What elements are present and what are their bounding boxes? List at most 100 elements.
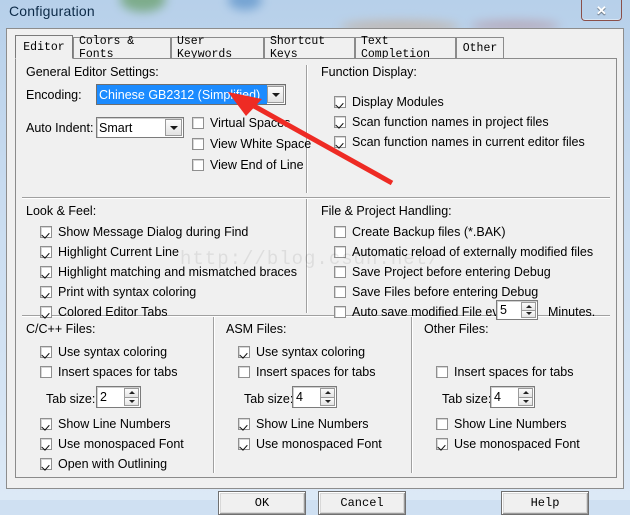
stepper-up-icon[interactable] (521, 302, 536, 311)
help-button[interactable]: Help (501, 491, 589, 515)
checkbox-save-project-before-debug[interactable]: Save Project before entering Debug (334, 265, 551, 279)
tab-strip: Editor Colors & Fonts User Keywords Shor… (15, 35, 615, 61)
asm-files-label: ASM Files: (226, 322, 287, 336)
encoding-combobox[interactable]: Chinese GB2312 (Simplified) (96, 84, 286, 105)
checkbox-label: Display Modules (352, 95, 444, 109)
checkbox-other-use-monospaced-font[interactable]: Use monospaced Font (436, 437, 580, 451)
stepper-buttons[interactable] (124, 388, 139, 406)
checkbox-label: Insert spaces for tabs (58, 365, 178, 379)
checkbox-other-insert-spaces-for-tabs[interactable]: Insert spaces for tabs (436, 365, 574, 379)
checkbox-c-open-with-outlining[interactable]: Open with Outlining (40, 457, 167, 471)
checkbox-label: Create Backup files (*.BAK) (352, 225, 506, 239)
stepper-up-icon[interactable] (518, 388, 533, 398)
minutes-suffix-label: Minutes. (548, 305, 596, 319)
auto-indent-combobox[interactable]: Smart (96, 117, 184, 138)
checkbox-label: Print with syntax coloring (58, 285, 197, 299)
separator-vertical-middle (306, 199, 308, 313)
editor-tab-page: General Editor Settings: Encoding: Chine… (15, 58, 617, 478)
separator-vertical-top (306, 65, 308, 193)
autosave-minutes-stepper[interactable]: 5 (496, 300, 538, 320)
checkbox-label: Colored Editor Tabs (58, 305, 168, 319)
encoding-value: Chinese GB2312 (Simplified) (97, 85, 267, 104)
window-title: Configuration (9, 3, 95, 19)
tab-shortcut-keys[interactable]: Shortcut Keys (264, 35, 355, 61)
stepper-buttons[interactable] (521, 302, 536, 318)
checkbox-box (238, 366, 250, 378)
checkbox-box (192, 117, 204, 129)
stepper-down-icon[interactable] (124, 397, 139, 406)
checkbox-automatic-reload[interactable]: Automatic reload of externally modified … (334, 245, 593, 259)
checkbox-asm-insert-spaces-for-tabs[interactable]: Insert spaces for tabs (238, 365, 376, 379)
asm-tab-size-label: Tab size: (244, 392, 294, 406)
checkbox-box (334, 266, 346, 278)
tab-label: Editor (23, 40, 65, 54)
stepper-buttons[interactable] (320, 388, 335, 406)
checkbox-create-backup-files[interactable]: Create Backup files (*.BAK) (334, 225, 506, 239)
checkbox-box (334, 116, 346, 128)
checkbox-view-white-space[interactable]: View White Space (192, 137, 311, 151)
checkbox-label: Show Line Numbers (58, 417, 171, 431)
tab-other[interactable]: Other (456, 37, 504, 58)
checkbox-box (334, 286, 346, 298)
stepper-down-icon[interactable] (320, 397, 335, 406)
chevron-down-icon[interactable] (267, 86, 284, 103)
tab-text-completion[interactable]: Text Completion (355, 35, 456, 61)
checkbox-show-message-dialog[interactable]: Show Message Dialog during Find (40, 225, 248, 239)
stepper-up-icon[interactable] (124, 388, 139, 398)
ok-button[interactable]: OK (218, 491, 306, 515)
checkbox-asm-use-syntax-coloring[interactable]: Use syntax coloring (238, 345, 365, 359)
other-tab-size-stepper[interactable]: 4 (490, 386, 535, 408)
checkbox-label: Show Line Numbers (454, 417, 567, 431)
checkbox-scan-current-editor-files[interactable]: Scan function names in current editor fi… (334, 135, 585, 149)
cancel-button[interactable]: Cancel (318, 491, 406, 515)
checkbox-label: Use monospaced Font (256, 437, 382, 451)
chevron-down-icon[interactable] (165, 119, 182, 136)
checkbox-box (436, 366, 448, 378)
configuration-window: Configuration ✕ Editor Colors & Fonts Us… (0, 0, 630, 515)
checkbox-label: View White Space (210, 137, 312, 151)
checkbox-c-use-syntax-coloring[interactable]: Use syntax coloring (40, 345, 167, 359)
asm-tab-size-value: 4 (296, 390, 303, 404)
ok-button-label: OK (254, 496, 270, 510)
checkbox-virtual-spaces[interactable]: Virtual Spaces (192, 116, 290, 130)
checkbox-highlight-braces[interactable]: Highlight matching and mismatched braces (40, 265, 297, 279)
close-button[interactable]: ✕ (581, 0, 622, 21)
checkbox-asm-use-monospaced-font[interactable]: Use monospaced Font (238, 437, 382, 451)
checkbox-asm-show-line-numbers[interactable]: Show Line Numbers (238, 417, 369, 431)
tab-label: Other (462, 41, 498, 55)
stepper-up-icon[interactable] (320, 388, 335, 398)
checkbox-other-show-line-numbers[interactable]: Show Line Numbers (436, 417, 567, 431)
asm-tab-size-stepper[interactable]: 4 (292, 386, 337, 408)
checkbox-save-files-before-debug[interactable]: Save Files before entering Debug (334, 285, 538, 299)
checkbox-print-syntax-coloring[interactable]: Print with syntax coloring (40, 285, 196, 299)
checkbox-display-modules[interactable]: Display Modules (334, 95, 444, 109)
checkbox-c-use-monospaced-font[interactable]: Use monospaced Font (40, 437, 184, 451)
tab-editor[interactable]: Editor (15, 35, 73, 59)
stepper-down-icon[interactable] (518, 397, 533, 406)
tab-user-keywords[interactable]: User Keywords (171, 35, 264, 61)
separator-horizontal-middle (22, 197, 610, 199)
checkbox-box (192, 138, 204, 150)
separator-vertical-files-2 (411, 317, 413, 473)
checkbox-view-end-of-line[interactable]: View End of Line (192, 158, 304, 172)
c-tab-size-stepper[interactable]: 2 (96, 386, 141, 408)
stepper-buttons[interactable] (518, 388, 533, 406)
checkbox-label: Auto save modified File every (352, 305, 516, 319)
tab-colors-fonts[interactable]: Colors & Fonts (73, 35, 171, 61)
checkbox-box (40, 366, 52, 378)
checkbox-auto-save-modified-file[interactable]: Auto save modified File every (334, 305, 516, 319)
dialog-client-area: Editor Colors & Fonts User Keywords Shor… (6, 28, 624, 515)
checkbox-box (334, 306, 346, 318)
checkbox-c-insert-spaces-for-tabs[interactable]: Insert spaces for tabs (40, 365, 178, 379)
checkbox-box (40, 286, 52, 298)
checkbox-c-show-line-numbers[interactable]: Show Line Numbers (40, 417, 171, 431)
checkbox-label: Highlight Current Line (58, 245, 179, 259)
stepper-down-icon[interactable] (521, 310, 536, 318)
checkbox-highlight-current-line[interactable]: Highlight Current Line (40, 245, 179, 259)
checkbox-colored-editor-tabs[interactable]: Colored Editor Tabs (40, 305, 168, 319)
checkbox-box (40, 226, 52, 238)
desktop-blur-4 (470, 20, 560, 28)
checkbox-scan-project-files[interactable]: Scan function names in project files (334, 115, 549, 129)
checkbox-label: Scan function names in current editor fi… (352, 135, 585, 149)
checkbox-label: Scan function names in project files (352, 115, 549, 129)
